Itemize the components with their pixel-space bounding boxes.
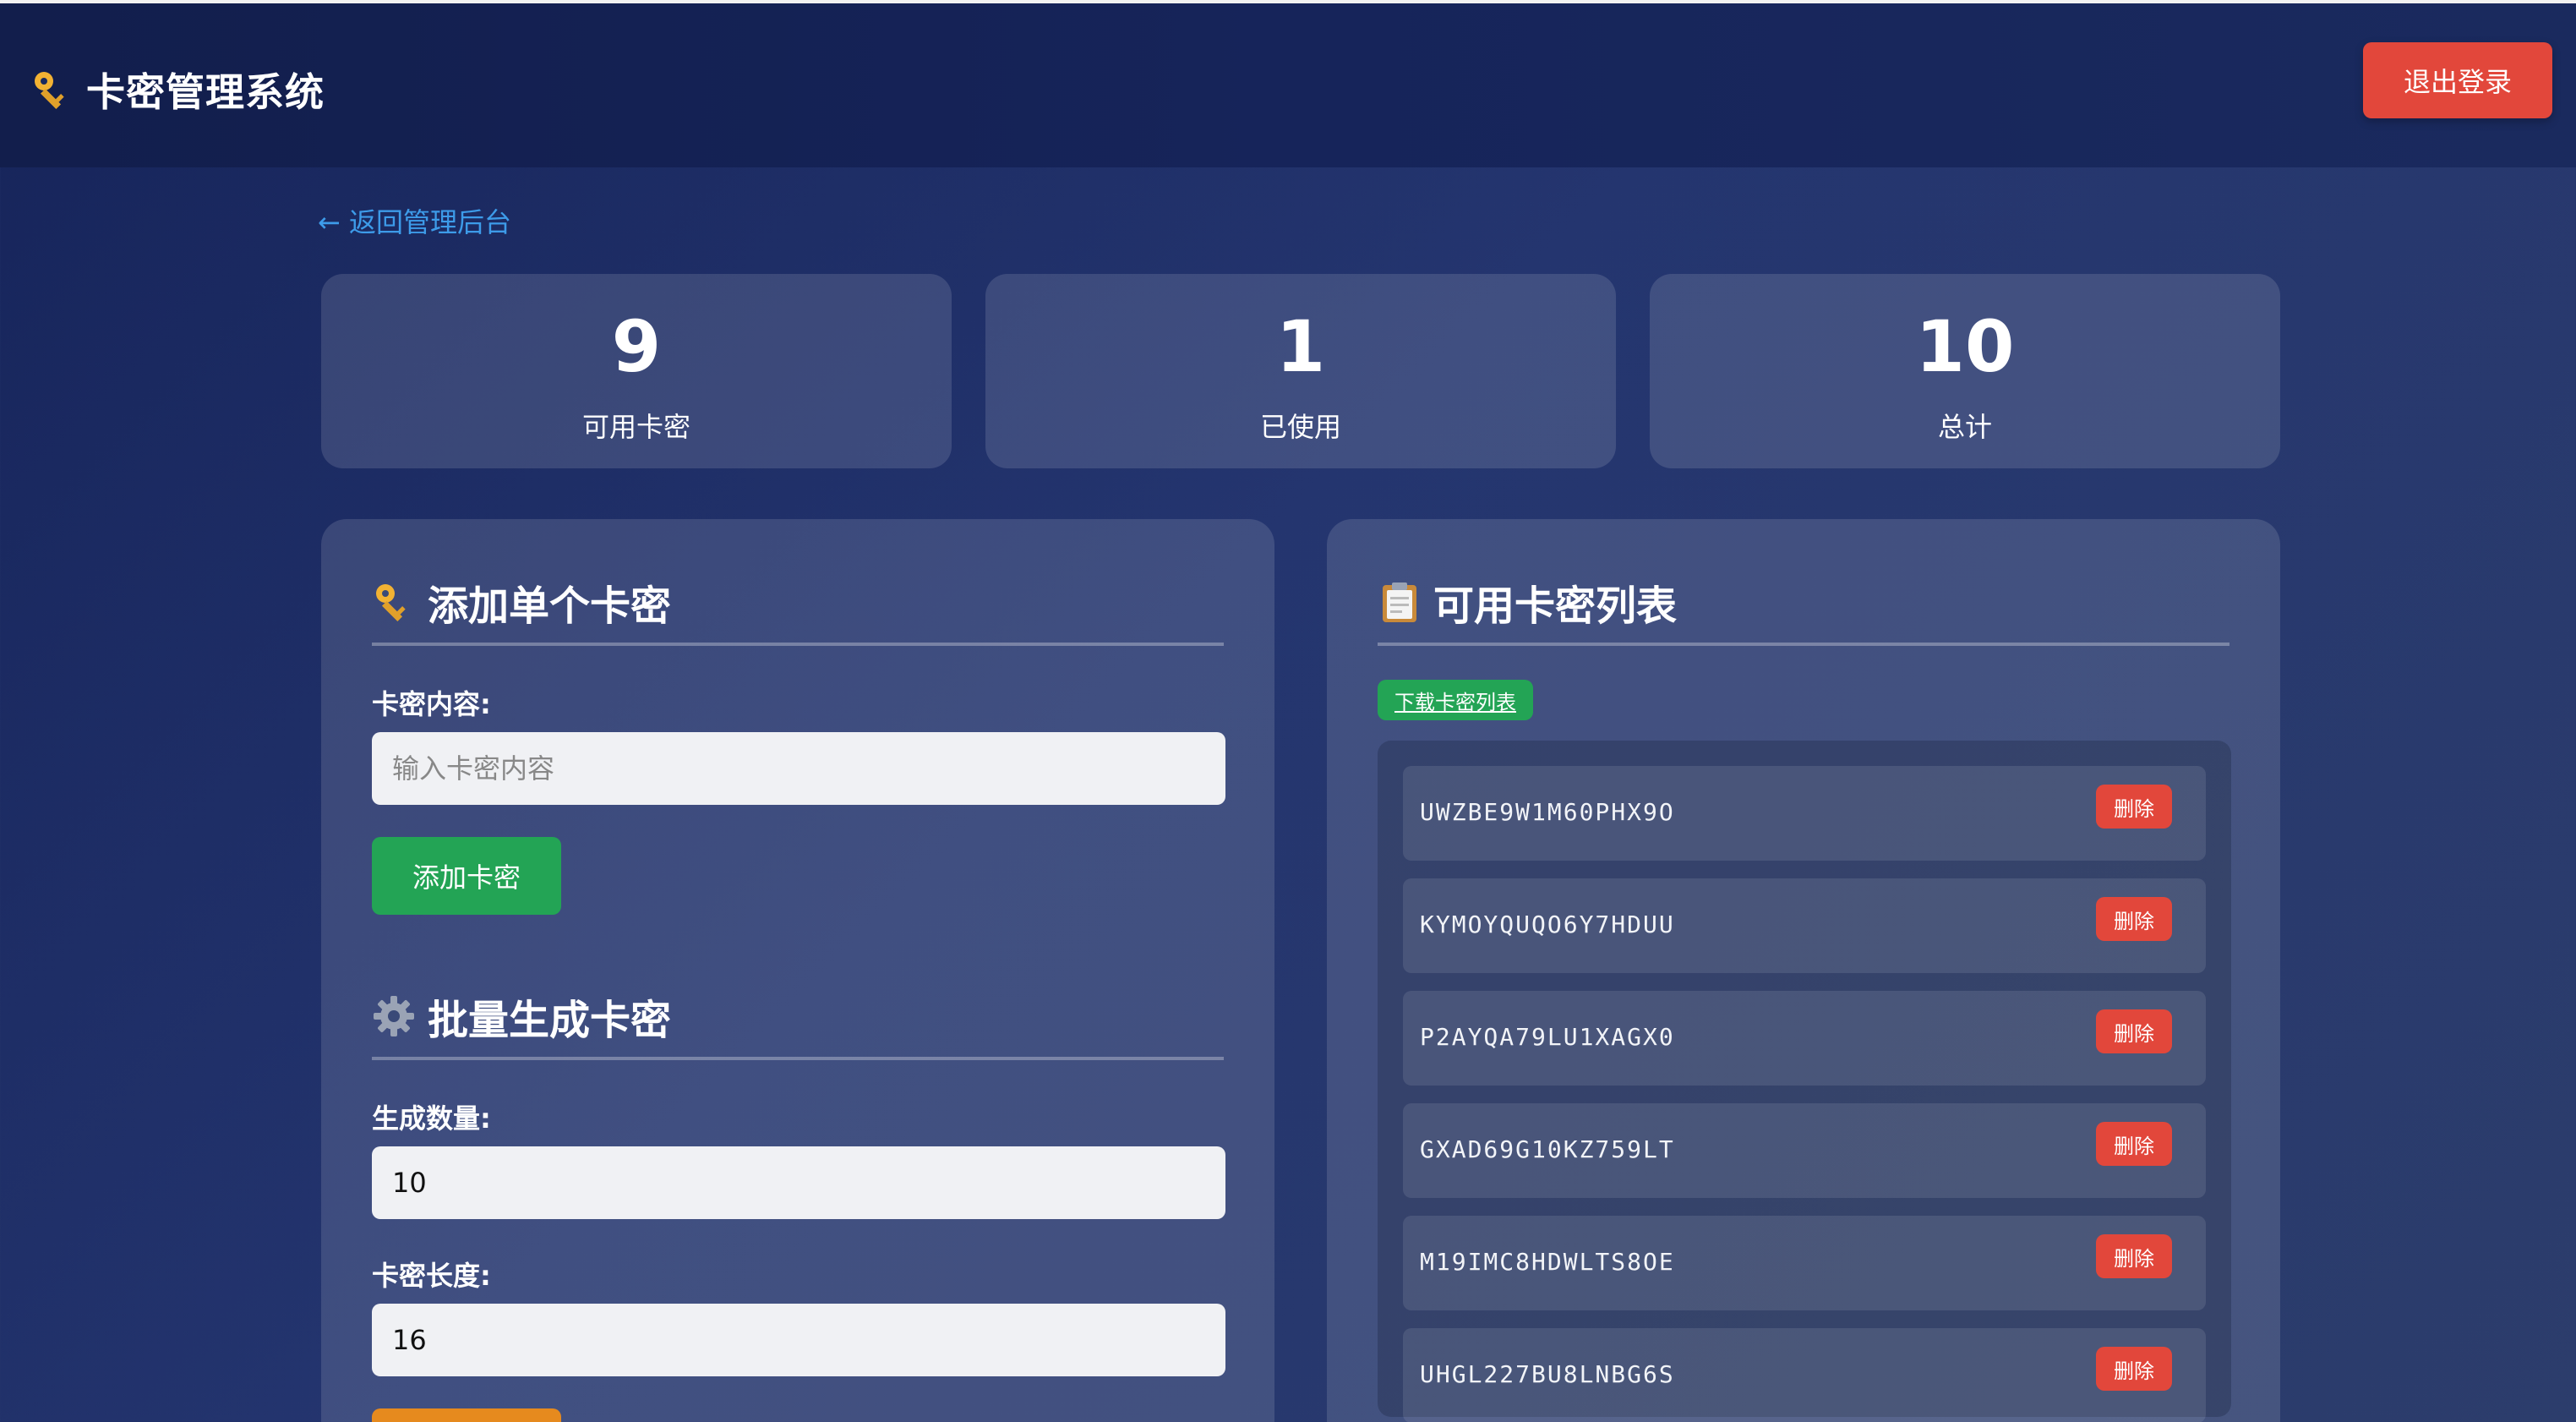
app-title-text: 卡密管理系统 (86, 69, 325, 115)
card-length-label: 卡密长度: (372, 1260, 491, 1292)
add-single-heading: 添加单个卡密 (372, 561, 1224, 646)
card-code: UHGL227BU8LNBG6S (1420, 1360, 1675, 1388)
stat-label: 总计 (1937, 411, 1992, 443)
stat-card-total: 10 总计 (1650, 274, 2280, 468)
delete-button[interactable]: 删除 (2096, 1234, 2172, 1278)
delete-button[interactable]: 删除 (2096, 1122, 2172, 1166)
delete-button[interactable]: 删除 (2096, 897, 2172, 941)
back-to-admin-link[interactable]: ← 返回管理后台 (318, 201, 511, 240)
list-item: UWZBE9W1M60PHX9O 删除 (1403, 766, 2206, 861)
stat-label: 已使用 (1259, 411, 1341, 443)
delete-button[interactable]: 删除 (2096, 1347, 2172, 1391)
generate-button[interactable] (372, 1408, 561, 1422)
list-item: KYMOYQUQO6Y7HDUU 删除 (1403, 878, 2206, 973)
delete-button[interactable]: 删除 (2096, 1009, 2172, 1053)
list-item: UHGL227BU8LNBG6S 删除 (1403, 1328, 2206, 1422)
card-form-panel: 添加单个卡密 卡密内容: 添加卡密 批量生成卡密 生成数量: 卡密长度: (321, 519, 1274, 1422)
stat-value: 1 (1275, 305, 1326, 388)
stat-card-available: 9 可用卡密 (321, 274, 952, 468)
add-single-title: 添加单个卡密 (428, 582, 672, 630)
gear-icon (374, 996, 414, 1036)
card-list: UWZBE9W1M60PHX9O 删除 KYMOYQUQO6Y7HDUU 删除 … (1378, 741, 2231, 1422)
batch-title: 批量生成卡密 (428, 997, 672, 1044)
list-item: GXAD69G10KZ759LT 删除 (1403, 1103, 2206, 1198)
add-card-button[interactable]: 添加卡密 (372, 837, 561, 915)
card-code: GXAD69G10KZ759LT (1420, 1135, 1675, 1163)
list-item: M19IMC8HDWLTS8OE 删除 (1403, 1216, 2206, 1310)
logout-button[interactable]: 退出登录 (2363, 42, 2552, 118)
stat-value: 9 (611, 305, 662, 388)
delete-button[interactable]: 删除 (2096, 785, 2172, 829)
card-code: P2AYQA79LU1XAGX0 (1420, 1023, 1675, 1051)
download-list-button[interactable]: 下载卡密列表 (1378, 680, 1533, 720)
generate-count-input[interactable] (372, 1146, 1225, 1219)
stat-label: 可用卡密 (581, 411, 690, 443)
card-list-panel: 可用卡密列表 下载卡密列表 UWZBE9W1M60PHX9O 删除 KYMOYQ… (1327, 519, 2280, 1422)
card-content-input[interactable] (372, 732, 1225, 805)
app-title: 卡密管理系统 (30, 59, 325, 120)
clipboard-icon (1383, 582, 1416, 622)
key-icon (35, 72, 64, 110)
card-list-title: 可用卡密列表 (1433, 582, 1678, 630)
generate-count-label: 生成数量: (372, 1102, 491, 1135)
card-list-heading: 可用卡密列表 (1378, 561, 2229, 646)
card-code: UWZBE9W1M60PHX9O (1420, 798, 1675, 826)
card-length-input[interactable] (372, 1304, 1225, 1376)
card-code: M19IMC8HDWLTS8OE (1420, 1248, 1675, 1276)
key-icon (376, 584, 406, 622)
list-item: P2AYQA79LU1XAGX0 删除 (1403, 991, 2206, 1086)
stat-card-used: 1 已使用 (985, 274, 1616, 468)
card-content-label: 卡密内容: (372, 688, 491, 720)
stat-value: 10 (1915, 305, 2015, 388)
top-bar: 卡密管理系统 退出登录 (0, 0, 2576, 167)
batch-heading: 批量生成卡密 (372, 976, 1224, 1060)
card-code: KYMOYQUQO6Y7HDUU (1420, 911, 1675, 938)
